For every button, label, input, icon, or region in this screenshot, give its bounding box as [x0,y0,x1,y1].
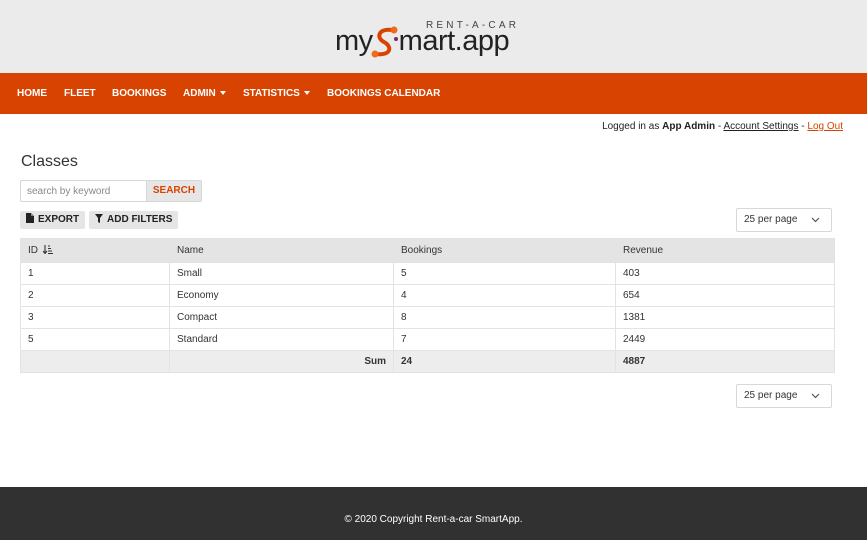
account-settings-link[interactable]: Account Settings [723,121,798,132]
cell-revenue: 403 [615,262,835,285]
cell-bookings: 8 [393,306,616,329]
sum-label: Sum [169,350,394,373]
cell-name: Small [169,262,394,285]
cell-bookings: 4 [393,284,616,307]
per-page-select-top[interactable]: 25 per page [736,208,832,232]
cell-name: Compact [169,306,394,329]
caret-down-icon [303,91,310,96]
cell-name: Economy [169,284,394,307]
logo-s-icon [371,26,398,58]
sum-revenue: 4887 [615,350,835,373]
search-input[interactable] [20,180,146,202]
brand-wordmark: my mart.app [335,25,510,57]
column-header-revenue[interactable]: Revenue [615,238,835,263]
page-footer: © 2020 Copyright Rent-a-car SmartApp. [0,487,867,540]
sum-empty-cell [20,350,170,373]
cell-id: 3 [20,306,170,329]
nav-bookings[interactable]: BOOKINGS [112,73,166,114]
table-row[interactable]: 5 Standard 7 2449 [20,328,835,351]
user-status-bar: Logged in as App Admin - Account Setting… [602,121,843,132]
column-header-bookings[interactable]: Bookings [393,238,616,263]
export-button[interactable]: EXPORT [20,211,86,229]
chevron-down-icon [811,217,820,223]
cell-revenue: 2449 [615,328,835,351]
filter-icon [95,214,103,223]
username: App Admin [662,121,716,132]
logout-link[interactable]: Log Out [807,121,843,132]
cell-bookings: 5 [393,262,616,285]
copyright-text: © 2020 Copyright Rent-a-car SmartApp. [344,514,523,525]
sum-bookings: 24 [393,350,616,373]
chevron-down-icon [811,393,820,399]
table-header-row: ID Name Bookings Revenue [20,238,835,263]
cell-id: 5 [20,328,170,351]
cell-bookings: 7 [393,328,616,351]
table-row[interactable]: 2 Economy 4 654 [20,284,835,307]
cell-revenue: 1381 [615,306,835,329]
classes-table: ID Name Bookings Revenue 1 Small 5 403 2… [20,238,835,373]
per-page-select-bottom[interactable]: 25 per page [736,384,832,408]
table-row[interactable]: 1 Small 5 403 [20,262,835,285]
cell-revenue: 654 [615,284,835,307]
nav-statistics-dropdown[interactable]: STATISTICS [243,73,310,114]
nav-admin-dropdown[interactable]: ADMIN [183,73,226,114]
cell-id: 2 [20,284,170,307]
main-navbar: HOME FLEET BOOKINGS ADMIN STATISTICS BOO… [0,73,867,114]
sort-ascending-icon[interactable] [42,245,53,255]
header: RENT-A-CAR my mart.app [0,0,867,73]
nav-home[interactable]: HOME [17,73,47,114]
file-icon [26,213,34,223]
nav-fleet[interactable]: FLEET [64,73,96,114]
search-button[interactable]: SEARCH [146,180,202,202]
table-sum-row: Sum 24 4887 [20,350,835,373]
cell-name: Standard [169,328,394,351]
caret-down-icon [219,91,226,96]
brand-logo[interactable]: RENT-A-CAR my mart.app [333,20,523,62]
column-header-name[interactable]: Name [169,238,394,263]
page-title: Classes [21,153,78,170]
column-header-id[interactable]: ID [20,238,170,263]
cell-id: 1 [20,262,170,285]
add-filters-button[interactable]: ADD FILTERS [89,211,179,229]
table-row[interactable]: 3 Compact 8 1381 [20,306,835,329]
nav-bookings-calendar[interactable]: BOOKINGS CALENDAR [327,73,440,114]
